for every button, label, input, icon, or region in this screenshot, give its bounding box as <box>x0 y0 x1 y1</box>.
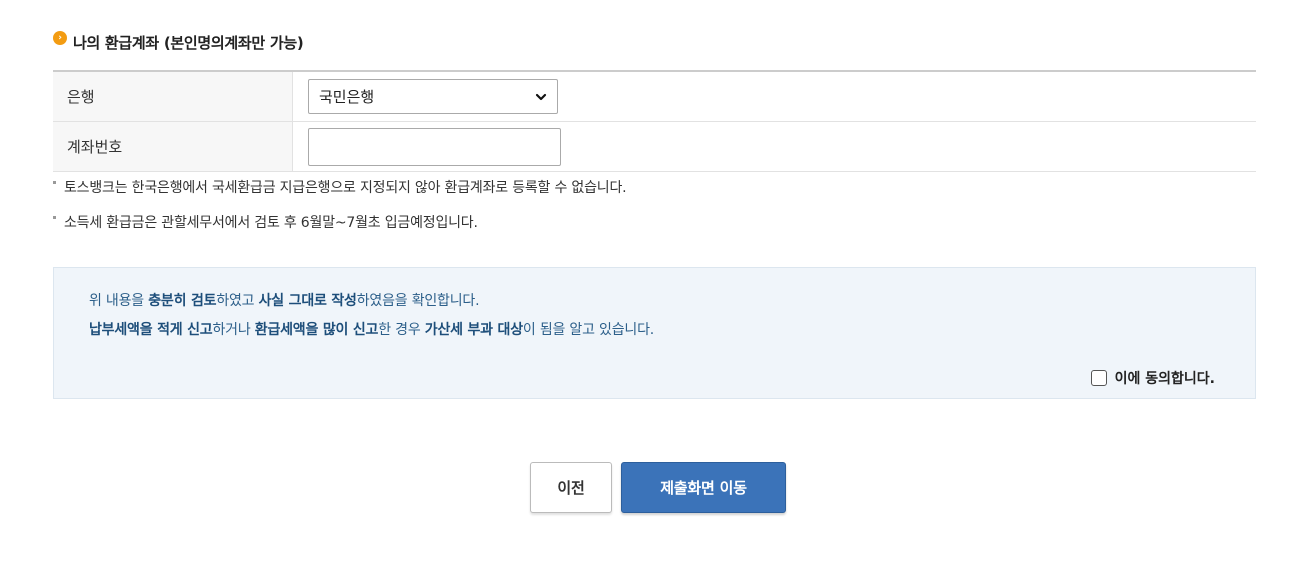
bank-row: 은행 국민은행 <box>53 72 1256 122</box>
orange-arrow-bullet-icon: › <box>53 31 67 45</box>
account-form-table: 은행 국민은행 계좌번호 <box>53 70 1256 172</box>
bank-select[interactable]: 국민은행 <box>308 79 558 114</box>
note-item: 토스뱅크는 한국은행에서 국세환급금 지급은행으로 지정되지 않아 환급계좌로 … <box>53 177 1256 197</box>
submit-screen-button[interactable]: 제출화면 이동 <box>621 462 786 513</box>
agree-checkbox-label[interactable]: 이에 동의합니다. <box>1115 368 1215 388</box>
account-label: 계좌번호 <box>53 122 293 171</box>
prev-button[interactable]: 이전 <box>530 462 612 513</box>
agreement-line-2: 납부세액을 적게 신고하거나 환급세액을 많이 신고한 경우 가산세 부과 대상… <box>89 322 655 338</box>
agreement-line-1: 위 내용을 충분히 검토하였고 사실 그대로 작성하였음을 확인합니다. <box>89 293 480 309</box>
bank-label: 은행 <box>53 72 293 121</box>
agreement-box: 위 내용을 충분히 검토하였고 사실 그대로 작성하였음을 확인합니다. 납부세… <box>53 267 1256 399</box>
agree-checkbox[interactable] <box>1090 370 1107 386</box>
section-title-text: 나의 환급계좌 (본인명의계좌만 가능) <box>73 33 304 52</box>
bank-select-value: 국민은행 <box>319 88 375 106</box>
refund-account-page: › 나의 환급계좌 (본인명의계좌만 가능) 은행 국민은행 계좌번호 토스뱅크… <box>0 0 1312 579</box>
agree-checkbox-control[interactable]: 이에 동의합니다. <box>1090 368 1215 388</box>
section-title: › 나의 환급계좌 (본인명의계좌만 가능) <box>53 30 304 54</box>
chevron-down-icon <box>535 93 547 100</box>
bullet-dot-icon <box>53 215 56 219</box>
account-number-input[interactable] <box>308 127 561 166</box>
notes-list: 토스뱅크는 한국은행에서 국세환급금 지급은행으로 지정되지 않아 환급계좌로 … <box>53 177 1256 247</box>
bullet-dot-icon <box>53 180 56 184</box>
note-item: 소득세 환급금은 관할세무서에서 검토 후 6월말~7월초 입금예정입니다. <box>53 212 1256 232</box>
button-row: 이전 제출화면 이동 <box>530 462 786 513</box>
account-row: 계좌번호 <box>53 122 1256 172</box>
